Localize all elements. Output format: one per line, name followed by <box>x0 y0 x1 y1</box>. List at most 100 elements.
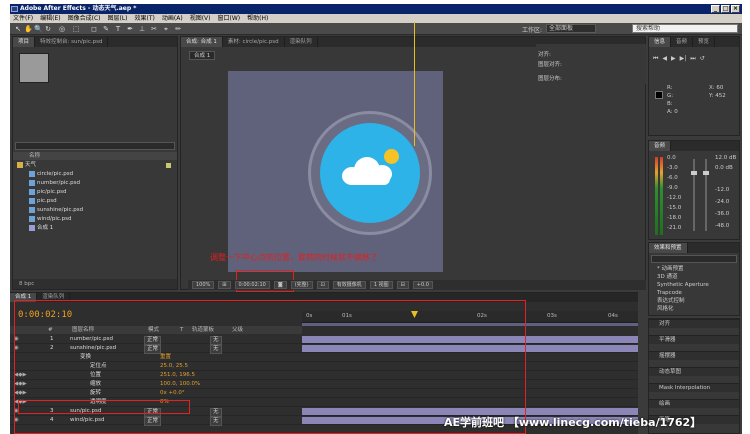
effects-tabs: 效果和预置 <box>649 243 739 253</box>
panel-motion-sketch[interactable]: 动态草图 <box>649 367 739 376</box>
audio-fader-right[interactable] <box>705 159 707 231</box>
project-item[interactable]: 合成 1 <box>13 224 177 233</box>
effects-category[interactable]: 风格化 <box>649 305 739 313</box>
last-frame-icon[interactable]: ⏭ <box>690 55 695 62</box>
project-item[interactable]: pic/pic.psd <box>13 188 177 197</box>
tab-preview[interactable]: 预览 <box>693 37 716 47</box>
safe-zones-icon[interactable]: ⊞ <box>218 281 231 289</box>
text-tool-icon[interactable]: T <box>114 25 122 33</box>
menu-window[interactable]: 窗口(W) <box>217 14 240 23</box>
project-item[interactable]: circle/pic.psd <box>13 170 177 179</box>
project-item[interactable]: 天气 <box>13 161 177 170</box>
panel-align[interactable]: 对齐 <box>649 319 739 328</box>
pen-tool-icon[interactable]: ✎ <box>102 25 110 33</box>
loop-icon[interactable]: ↺ <box>700 55 705 62</box>
clone-tool-icon[interactable]: ⊥ <box>138 25 146 33</box>
tab-project[interactable]: 项目 <box>13 37 36 47</box>
snapshot-icon[interactable]: ◙ <box>273 281 287 289</box>
psd-file-icon <box>29 198 35 204</box>
menu-composition[interactable]: 图像合成(C) <box>68 14 101 23</box>
effects-category[interactable]: Trapcode <box>649 289 739 297</box>
camera-select[interactable]: 有效摄像机 <box>332 281 366 289</box>
project-column-header[interactable]: 名称 <box>13 152 177 160</box>
menu-view[interactable]: 视图(V) <box>190 14 211 23</box>
opacity-highlight-box <box>18 400 190 414</box>
window-controls: _ □ × <box>711 5 740 13</box>
current-time-indicator[interactable] <box>414 22 415 146</box>
menu-animation[interactable]: 动画(A) <box>162 14 183 23</box>
project-item[interactable]: wind/pic.psd <box>13 215 177 224</box>
tab-audio[interactable]: 音频 <box>671 37 694 47</box>
zoom-tool-icon[interactable]: 🔍 <box>34 25 43 33</box>
audio-db: -48.0 <box>715 223 730 229</box>
info-panel: 信息 音频 预览 ⏮ ◀ ▶ ▶| ⏭ ↺ R: G: B: A: 0 X: 6… <box>648 36 740 136</box>
tab-audio-panel[interactable]: 音频 <box>649 141 672 151</box>
toggle-pixel-icon[interactable]: ⊟ <box>396 281 409 289</box>
camera-tool-icon[interactable]: ◎ <box>58 25 66 33</box>
audio-fader-left[interactable] <box>693 159 695 231</box>
maximize-button[interactable]: □ <box>721 5 730 13</box>
close-button[interactable]: × <box>731 5 740 13</box>
effects-category[interactable]: * 动画预置 <box>649 265 739 273</box>
audio-db: -24.0 <box>715 199 730 205</box>
menu-effect[interactable]: 效果(T) <box>135 14 155 23</box>
project-item[interactable]: number/pic.psd <box>13 179 177 188</box>
comp-flowchart-label[interactable]: 合成 1 <box>189 51 216 60</box>
view-layout-select[interactable]: 1 视图 <box>369 281 393 289</box>
project-item[interactable]: pic.psd <box>13 197 177 206</box>
puppet-tool-icon[interactable]: ⌖ <box>162 25 170 33</box>
panel-smoother[interactable]: 平滑器 <box>649 335 739 344</box>
selection-tool-icon[interactable]: ↖ <box>14 25 22 33</box>
region-of-interest-icon[interactable]: ⊡ <box>316 281 329 289</box>
eraser-tool-icon[interactable]: ✂ <box>150 25 158 33</box>
resolution-select[interactable]: (完整) <box>290 281 313 289</box>
effects-category[interactable]: 表达式控制 <box>649 297 739 305</box>
panel-mask-interpolation[interactable]: Mask Interpolation <box>649 383 739 392</box>
roto-brush-tool-icon[interactable]: ✏ <box>174 25 182 33</box>
help-search-input[interactable]: 搜索帮助 <box>632 24 738 33</box>
prev-frame-icon[interactable]: ◀ <box>662 55 667 62</box>
panel-wiggler[interactable]: 摇摆器 <box>649 351 739 360</box>
brush-tool-icon[interactable]: ✒ <box>126 25 134 33</box>
audio-fader-knob[interactable] <box>703 171 709 175</box>
viewer-control-bar: 100% ⊞ 0:00:02:10 ◙ (完整) ⊡ 有效摄像机 1 视图 ⊟ … <box>188 280 646 290</box>
hand-tool-icon[interactable]: ✋ <box>24 25 33 33</box>
effects-search-input[interactable] <box>651 255 737 263</box>
title-bar: Adobe After Effects - 动态天气.aep * _ □ × <box>10 4 742 14</box>
first-frame-icon[interactable]: ⏮ <box>653 55 658 62</box>
tab-effects-presets[interactable]: 效果和预置 <box>649 243 688 253</box>
minimize-button[interactable]: _ <box>711 5 720 13</box>
play-icon[interactable]: ▶ <box>671 55 676 62</box>
current-time-display[interactable]: 0:00:02:10 <box>234 281 270 289</box>
audio-db: 0.0 dB <box>715 165 733 171</box>
info-y: Y: 452 <box>709 93 726 99</box>
workspace-select[interactable]: 全部面板 <box>546 24 596 33</box>
bit-depth-button[interactable]: 8 bpc <box>19 281 34 287</box>
tab-info[interactable]: 信息 <box>649 37 672 47</box>
audio-level: -9.0 <box>667 185 678 191</box>
align-panel: 对齐: 图层对齐: 图层分布: <box>536 44 646 84</box>
menu-layer[interactable]: 图层(L) <box>108 14 128 23</box>
exposure-value[interactable]: +0.0 <box>412 281 433 289</box>
menu-help[interactable]: 帮助(H) <box>247 14 268 23</box>
project-item-label: 合成 1 <box>37 225 54 231</box>
magnification-select[interactable]: 100% <box>192 281 215 289</box>
tab-footage[interactable]: 素材: circle/pic.psd <box>223 37 285 47</box>
next-frame-icon[interactable]: ▶| <box>680 55 687 62</box>
folder-icon <box>17 162 23 168</box>
pan-behind-tool-icon[interactable]: ⬚ <box>72 25 80 33</box>
effects-category[interactable]: 3D 通道 <box>649 273 739 281</box>
rectangle-tool-icon[interactable]: ◻ <box>90 25 98 33</box>
project-item[interactable]: sunshine/pic.psd <box>13 206 177 215</box>
tab-effect-controls[interactable]: 特效控制台: sun/pic.psd <box>35 37 109 47</box>
panel-paint[interactable]: 绘画 <box>649 399 739 408</box>
rotate-tool-icon[interactable]: ↻ <box>44 25 52 33</box>
effects-category[interactable]: Synthetic Aperture <box>649 281 739 289</box>
audio-fader-knob[interactable] <box>691 171 697 175</box>
tab-render-queue[interactable]: 渲染队列 <box>285 37 318 47</box>
menu-edit[interactable]: 编辑(E) <box>40 14 60 23</box>
composition-viewer[interactable] <box>228 71 443 272</box>
menu-file[interactable]: 文件(F) <box>13 14 33 23</box>
project-search-input[interactable] <box>15 142 175 150</box>
tab-composition[interactable]: 合成: 合成 1 <box>181 37 223 47</box>
